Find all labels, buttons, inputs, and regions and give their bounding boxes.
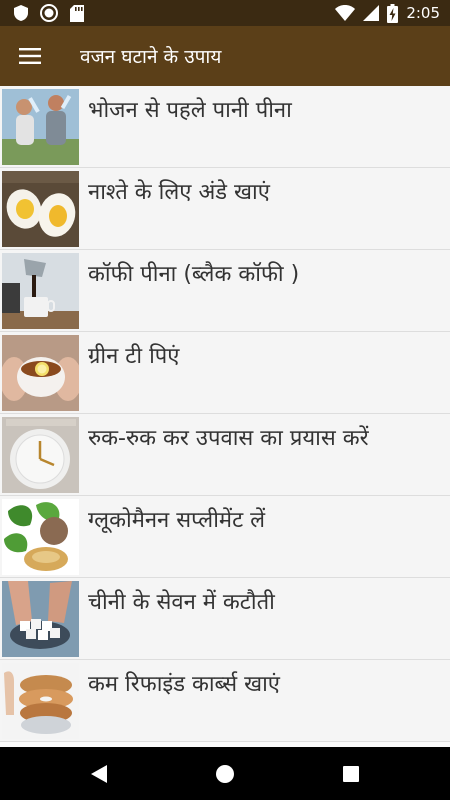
list-item[interactable]: नाश्ते के लिए अंडे खाएं: [0, 168, 450, 250]
app-bar: वजन घटाने के उपाय: [0, 26, 450, 86]
list-item[interactable]: रुक-रुक कर उपवास का प्रयास करें: [0, 414, 450, 496]
fasting-clock-plate-thumbnail: [2, 417, 79, 493]
battery-charging-icon: [387, 3, 399, 23]
system-nav-bar: [0, 747, 450, 800]
list-item-label: ग्रीन टी पिएं: [88, 344, 180, 369]
status-time: 2:05: [406, 4, 440, 22]
list-item-label: रुक-रुक कर उपवास का प्रयास करें: [88, 426, 369, 451]
list-item[interactable]: ग्लूकोमैनन सप्लीमेंट लें: [0, 496, 450, 578]
status-right-icons: 2:05: [335, 3, 440, 23]
glucomannan-root-thumbnail: [2, 499, 79, 575]
hamburger-menu-icon: [19, 48, 41, 64]
list-item-label: चीनी के सेवन में कटौती: [88, 590, 275, 615]
home-icon: [216, 765, 234, 783]
black-coffee-thumbnail: [2, 253, 79, 329]
back-button[interactable]: [84, 759, 114, 789]
green-tea-thumbnail: [2, 335, 79, 411]
refined-carbs-donuts-thumbnail: [2, 663, 79, 739]
drinking-water-thumbnail: [2, 89, 79, 165]
list-item[interactable]: चीनी के सेवन में कटौती: [0, 578, 450, 660]
menu-button[interactable]: [10, 38, 50, 74]
shield-icon: [14, 5, 28, 21]
list-item-label: ग्लूकोमैनन सप्लीमेंट लें: [88, 508, 266, 533]
status-bar: 2:05: [0, 0, 450, 26]
list-item-label: कॉफी पीना (ब्लैक कॉफी ): [88, 262, 300, 287]
list-item-label: नाश्ते के लिए अंडे खाएं: [88, 180, 270, 205]
home-button[interactable]: [210, 759, 240, 789]
boiled-eggs-thumbnail: [2, 171, 79, 247]
sd-card-icon: [70, 4, 84, 22]
list-item[interactable]: भोजन से पहले पानी पीना: [0, 86, 450, 168]
sugar-cubes-thumbnail: [2, 581, 79, 657]
tips-list: भोजन से पहले पानी पीना नाश्ते के लिए अंड…: [0, 86, 450, 747]
signal-icon: [363, 5, 380, 21]
list-item-label: कम रिफाइंड कार्ब्स खाएं: [88, 672, 280, 697]
status-left-icons: [14, 4, 84, 22]
list-item[interactable]: कॉफी पीना (ब्लैक कॉफी ): [0, 250, 450, 332]
page-title: वजन घटाने के उपाय: [80, 46, 222, 68]
wifi-icon: [335, 5, 356, 21]
list-item[interactable]: कम रिफाइंड कार्ब्स खाएं: [0, 660, 450, 742]
recents-button[interactable]: [336, 759, 366, 789]
list-item[interactable]: ग्रीन टी पिएं: [0, 332, 450, 414]
circle-record-icon: [40, 4, 58, 22]
recents-icon: [343, 766, 359, 782]
back-icon: [91, 765, 107, 783]
list-item-label: भोजन से पहले पानी पीना: [88, 98, 292, 123]
